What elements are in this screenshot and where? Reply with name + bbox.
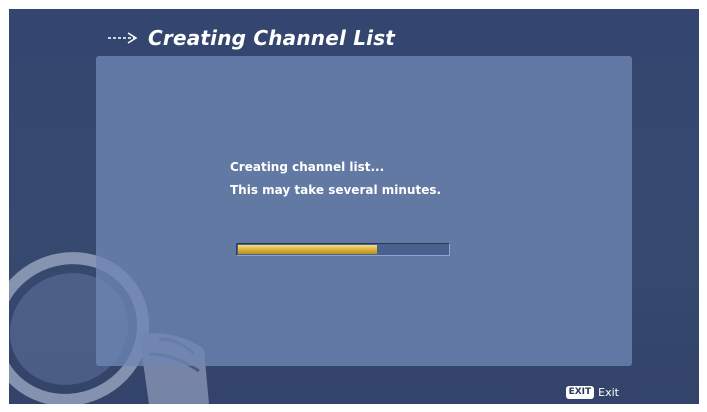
dialog-panel <box>96 56 632 366</box>
screen: Creating Channel List Creating channel l… <box>0 0 707 412</box>
status-line-1: Creating channel list... <box>230 160 385 174</box>
progress-bar <box>236 243 450 256</box>
status-line-2: This may take several minutes. <box>230 183 442 197</box>
right-arrow-icon <box>108 32 138 44</box>
exit-label: Exit <box>598 386 619 399</box>
progress-fill <box>238 245 377 254</box>
header: Creating Channel List <box>106 25 395 51</box>
exit-button[interactable]: EXIT Exit <box>565 386 619 399</box>
page-title: Creating Channel List <box>148 26 396 50</box>
exit-key-icon: EXIT <box>565 386 595 399</box>
